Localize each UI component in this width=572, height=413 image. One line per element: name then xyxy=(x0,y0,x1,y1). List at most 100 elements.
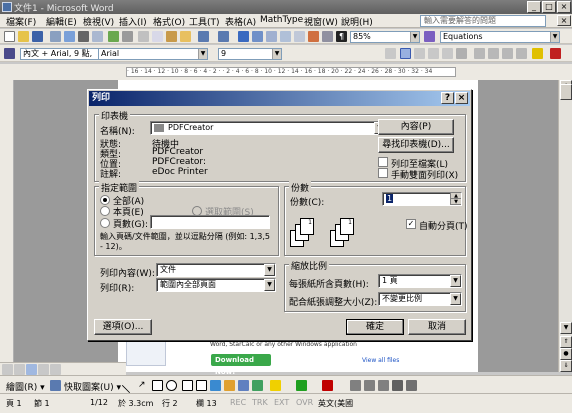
draw-menu[interactable]: 繪圖(R) ▾ xyxy=(6,380,45,393)
tables-borders-icon[interactable] xyxy=(252,31,263,42)
minimize-button[interactable]: _ xyxy=(527,1,541,13)
show-hide-icon[interactable]: ¶ xyxy=(336,31,347,42)
increase-indent-icon[interactable] xyxy=(516,48,527,59)
font-size-select[interactable]: 9 ▼ xyxy=(218,48,282,60)
menu-mathtype[interactable]: MathType xyxy=(260,15,303,25)
menu-table[interactable]: 表格(A) xyxy=(225,15,256,28)
range-pages-radio[interactable] xyxy=(100,218,110,228)
spin-down-icon[interactable]: ▼ xyxy=(451,199,461,205)
clip-art-icon[interactable] xyxy=(238,380,249,391)
mathtype-icon[interactable] xyxy=(424,31,435,42)
font-color-draw-icon[interactable] xyxy=(322,380,333,391)
scale-select[interactable]: 不變更比例 ▼ xyxy=(378,292,462,306)
styles-formatting-icon[interactable] xyxy=(4,48,15,59)
fill-color-icon[interactable] xyxy=(270,380,281,391)
insert-picture-icon[interactable] xyxy=(252,380,263,391)
insert-hyperlink-icon[interactable] xyxy=(238,31,249,42)
browse-object-icon[interactable]: ● xyxy=(560,348,572,360)
format-painter-icon[interactable] xyxy=(180,31,191,42)
columns-icon[interactable] xyxy=(294,31,305,42)
outline-view-icon[interactable] xyxy=(38,364,49,375)
dash-style-icon[interactable] xyxy=(364,380,375,391)
menu-file[interactable]: 檔案(F) xyxy=(6,15,36,28)
line-style-icon[interactable] xyxy=(350,380,361,391)
reading-layout-icon[interactable] xyxy=(50,364,61,375)
email-icon[interactable] xyxy=(64,31,75,42)
font-color-icon[interactable] xyxy=(550,48,561,59)
view-all-files-link[interactable]: View all files xyxy=(362,357,399,364)
menu-view[interactable]: 檢視(V) xyxy=(83,15,114,28)
drawing-icon[interactable] xyxy=(308,31,319,42)
line-icon[interactable] xyxy=(121,377,138,394)
print-preview-icon[interactable] xyxy=(92,31,103,42)
status-trk[interactable]: TRK xyxy=(252,398,268,407)
research-icon[interactable] xyxy=(122,31,133,42)
copies-spinner[interactable]: ▲ ▼ xyxy=(450,193,461,205)
properties-button[interactable]: 內容(P) xyxy=(378,119,454,135)
redo-icon[interactable] xyxy=(218,31,229,42)
vertical-textbox-icon[interactable] xyxy=(196,380,207,391)
manual-duplex-checkbox[interactable] xyxy=(378,168,388,178)
insert-table-icon[interactable] xyxy=(266,31,277,42)
dialog-close-button[interactable]: × xyxy=(455,92,468,104)
web-layout-icon[interactable] xyxy=(14,364,25,375)
printer-name-select[interactable]: PDFCreator ▼ xyxy=(150,121,386,135)
print-icon[interactable] xyxy=(78,31,89,42)
close-button[interactable]: × xyxy=(557,1,571,13)
print-layout-icon[interactable] xyxy=(26,364,37,375)
maximize-button[interactable]: □ xyxy=(542,1,556,13)
permission-icon[interactable] xyxy=(50,31,61,42)
wordart-icon[interactable] xyxy=(210,380,221,391)
menu-insert[interactable]: 插入(I) xyxy=(119,15,147,28)
diagram-icon[interactable] xyxy=(224,380,235,391)
range-all-radio[interactable] xyxy=(100,195,110,205)
paste-icon[interactable] xyxy=(166,31,177,42)
page-range-input[interactable] xyxy=(150,215,270,229)
align-right-icon[interactable] xyxy=(414,48,425,59)
line-color-icon[interactable] xyxy=(296,380,307,391)
ok-button[interactable]: 確定 xyxy=(346,319,404,335)
pages-per-sheet-select[interactable]: 1 頁 ▼ xyxy=(378,274,462,288)
bullets-icon[interactable] xyxy=(488,48,499,59)
help-button[interactable]: ? xyxy=(441,92,454,104)
equations-select[interactable]: Equations ▼ xyxy=(440,31,560,43)
numbering-icon[interactable] xyxy=(474,48,485,59)
textbox-icon[interactable] xyxy=(182,380,193,391)
menu-edit[interactable]: 編輯(E) xyxy=(46,15,77,28)
collate-checkbox[interactable]: ✓ xyxy=(406,219,416,229)
cancel-button[interactable]: 取消 xyxy=(408,319,466,335)
scroll-down-icon[interactable]: ▼ xyxy=(560,322,572,334)
justify-icon[interactable] xyxy=(428,48,439,59)
highlight-icon[interactable] xyxy=(532,48,543,59)
copy-icon[interactable] xyxy=(152,31,163,42)
shadow-style-icon[interactable] xyxy=(392,380,403,391)
print-what-select[interactable]: 文件 ▼ xyxy=(156,263,276,277)
doc-close-button[interactable]: × xyxy=(557,15,571,26)
scroll-thumb[interactable] xyxy=(560,84,572,100)
autoshapes-menu[interactable]: 快取圖案(U) ▾ xyxy=(64,380,121,393)
menu-help[interactable]: 說明(H) xyxy=(341,15,373,28)
menu-window[interactable]: 視窗(W) xyxy=(304,15,338,28)
menu-format[interactable]: 格式(O) xyxy=(153,15,185,28)
spelling-icon[interactable] xyxy=(108,31,119,42)
status-ovr[interactable]: OVR xyxy=(296,398,313,407)
3d-style-icon[interactable] xyxy=(406,380,417,391)
line-spacing-icon[interactable] xyxy=(456,48,467,59)
select-objects-icon[interactable] xyxy=(50,380,61,391)
range-current-radio[interactable] xyxy=(100,206,110,216)
status-ext[interactable]: EXT xyxy=(274,398,289,407)
previous-page-icon[interactable]: ⇑ xyxy=(560,336,572,348)
open-folder-icon[interactable] xyxy=(18,31,29,42)
find-printer-button[interactable]: 尋找印表機(D)... xyxy=(378,137,454,153)
arrow-icon[interactable]: ↗ xyxy=(138,380,149,391)
cut-icon[interactable] xyxy=(138,31,149,42)
insert-excel-icon[interactable] xyxy=(280,31,291,42)
distributed-icon[interactable] xyxy=(442,48,453,59)
ruler-scale[interactable]: · 16 · 14 · 12 · 10 · 8 · 6 · 4 · 2 · · … xyxy=(126,67,456,77)
options-button[interactable]: 選項(O)... xyxy=(94,319,152,335)
print-to-file-checkbox[interactable] xyxy=(378,157,388,167)
align-center-icon[interactable] xyxy=(400,48,411,59)
save-icon[interactable] xyxy=(32,31,43,42)
rectangle-icon[interactable] xyxy=(152,380,163,391)
vertical-scrollbar[interactable]: ▲ ▼ ⇑ ● ⇓ xyxy=(558,80,572,372)
